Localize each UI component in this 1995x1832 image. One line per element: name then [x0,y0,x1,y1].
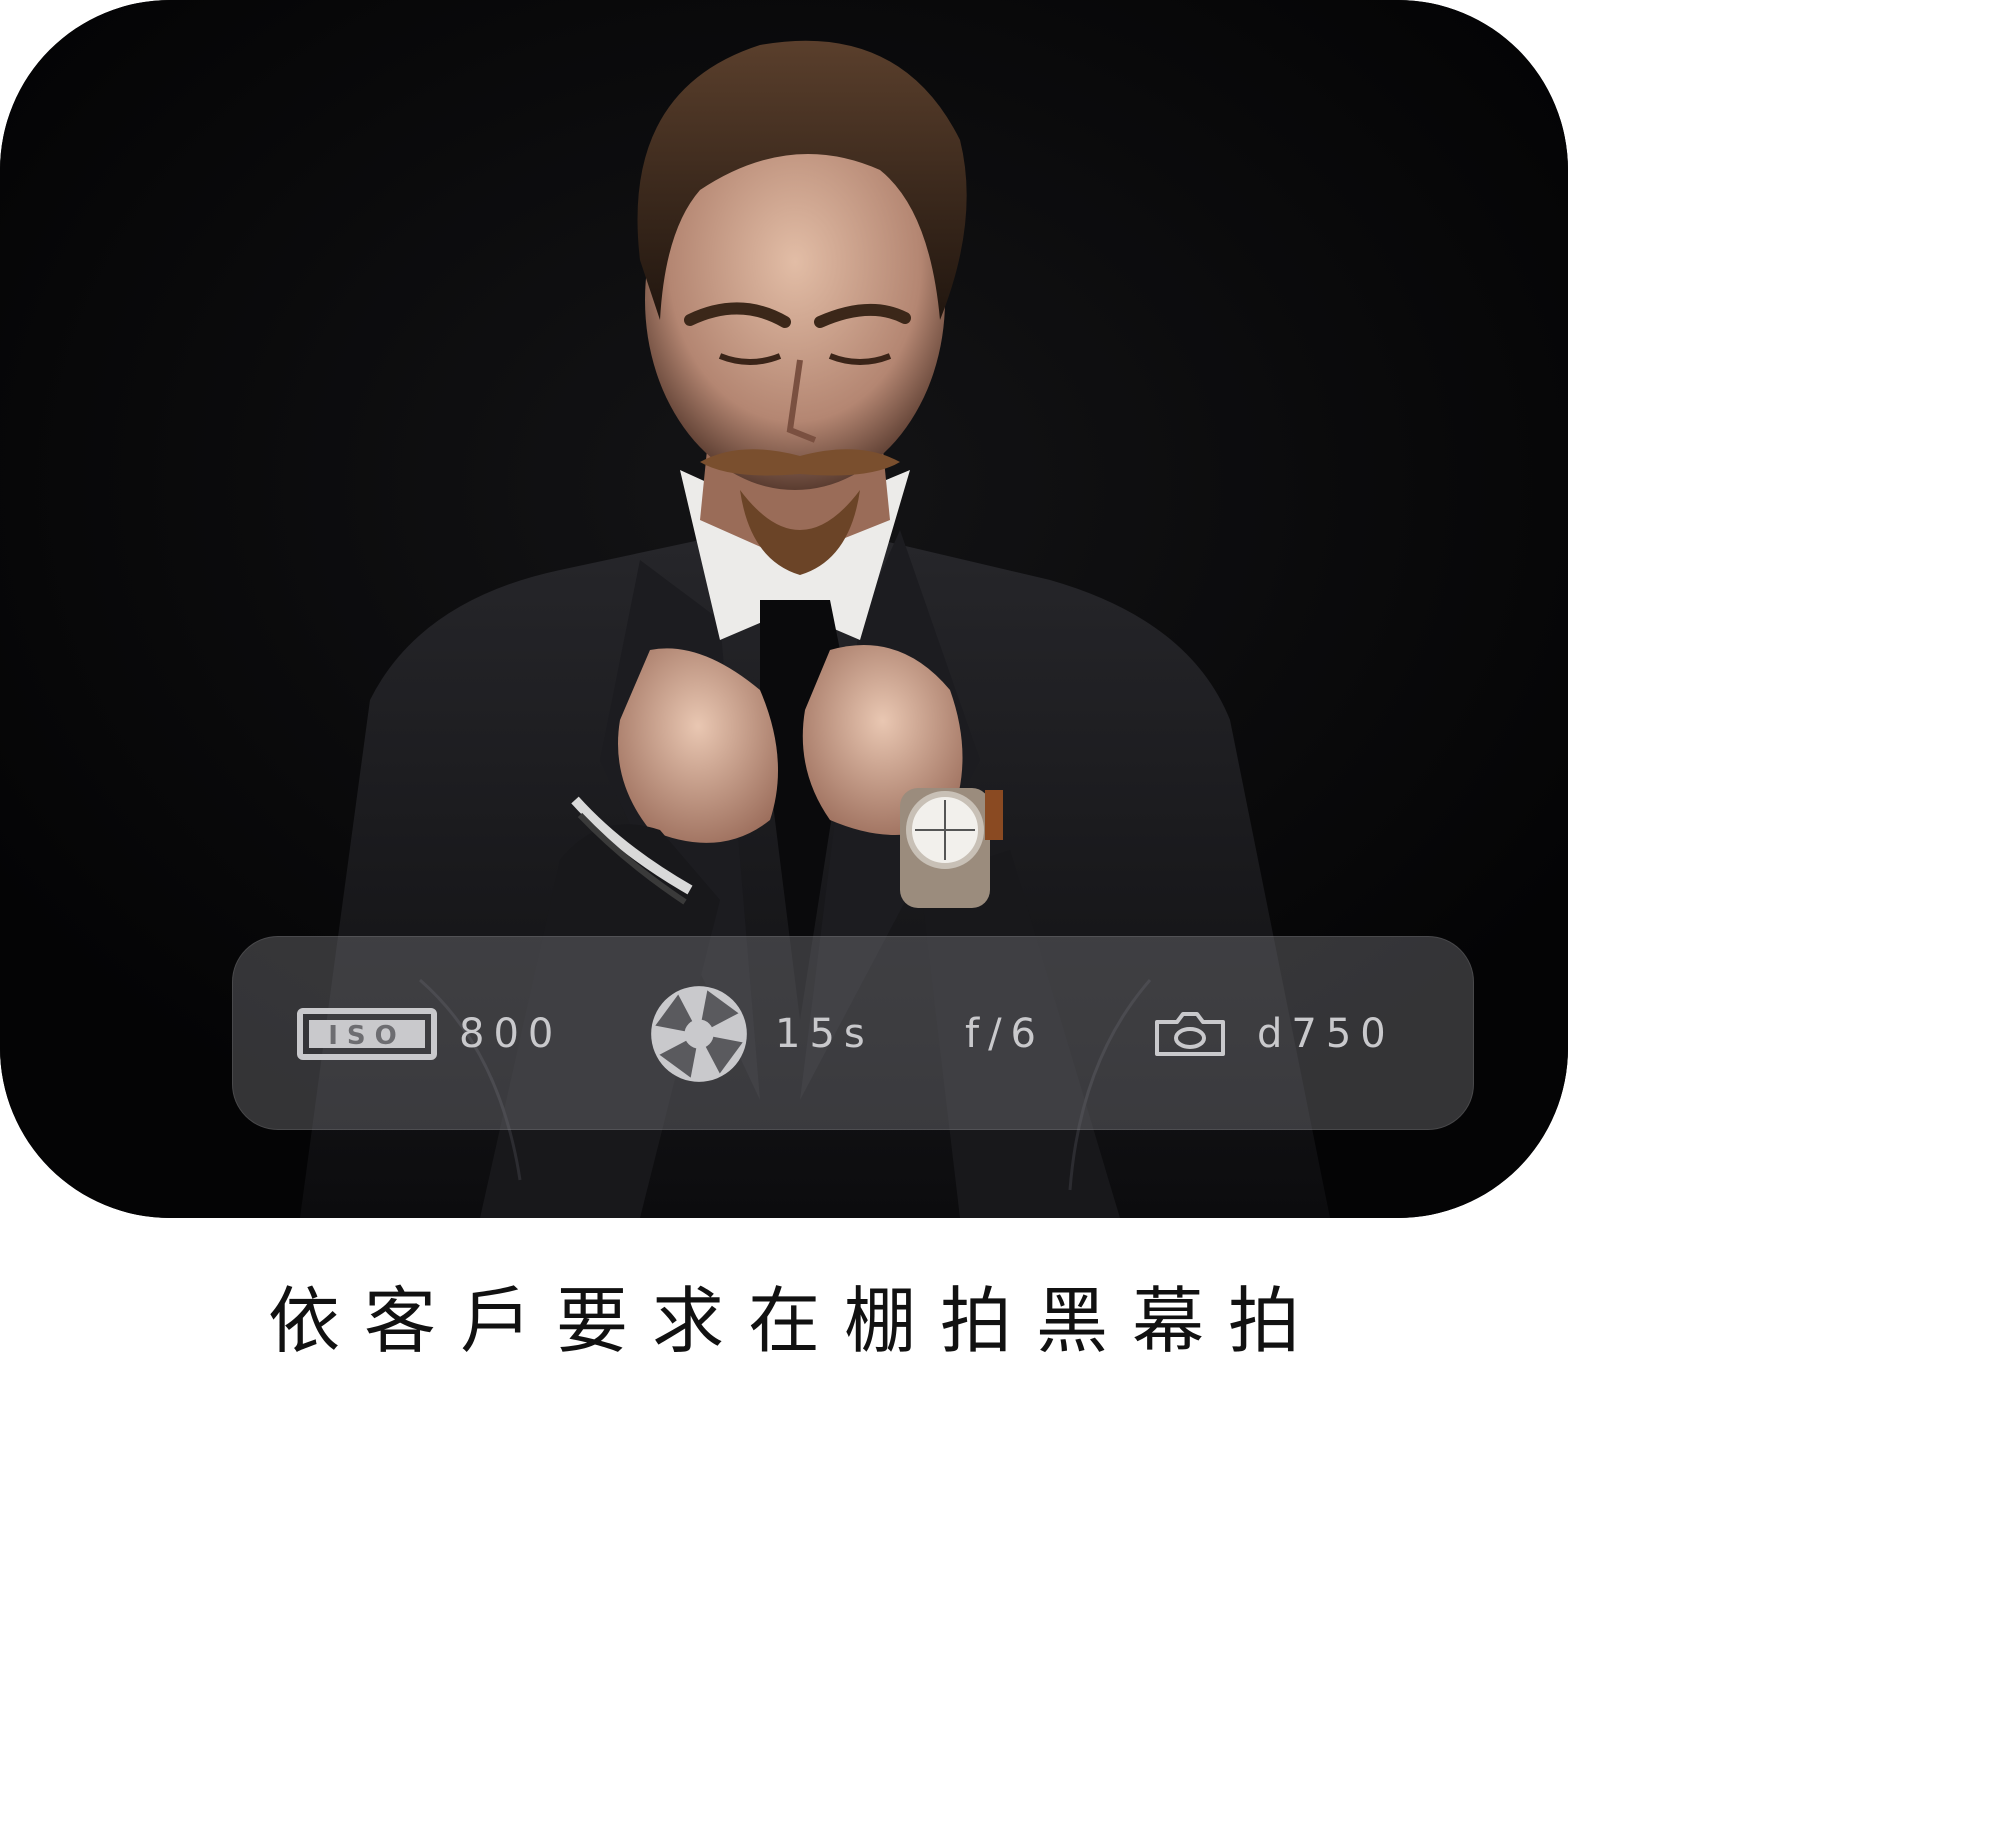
camera-icon [1155,1012,1225,1056]
exif-info-bar: ISO 800 15s f/6 d750 [232,936,1474,1130]
camera-model-value: d750 [1257,1011,1395,1057]
iso-badge-icon: ISO [297,1008,437,1060]
aperture-group: f/6 [965,937,1045,1131]
svg-text:ISO: ISO [328,1021,406,1051]
iso-group: ISO 800 [297,937,562,1131]
aperture-value: f/6 [965,1011,1046,1057]
shutter-speed-value: 15s [775,1011,874,1057]
camera-group: d750 [1153,937,1395,1131]
iso-value: 800 [459,1011,563,1057]
shutter-group: 15s [647,937,874,1131]
caption-text: 依客戶要求在棚拍黑幕拍 [267,1279,1324,1363]
aperture-icon [651,986,747,1082]
photo-card: ISO 800 15s f/6 d750 [0,0,1568,1218]
